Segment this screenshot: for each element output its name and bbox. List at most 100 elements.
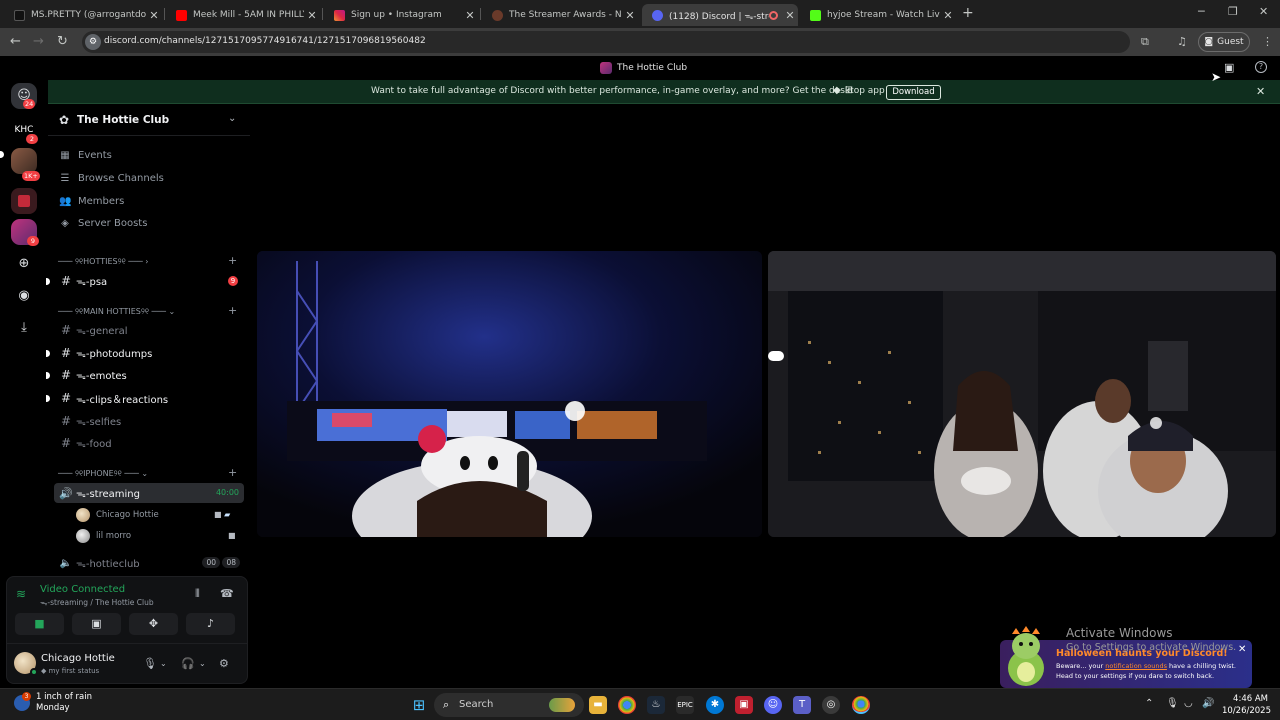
discover-icon[interactable]: ◉ — [15, 288, 33, 303]
cast-icon[interactable]: ⧉ — [1141, 35, 1149, 49]
obs-icon[interactable]: ◎ — [822, 696, 840, 714]
close-tab-icon[interactable]: ✕ — [146, 9, 162, 22]
video-tile-stream-left[interactable] — [257, 251, 762, 537]
channel-name: ᯓ-food — [76, 439, 112, 450]
wifi-icon[interactable]: ◡ — [1184, 698, 1193, 709]
browser-tab-discord[interactable]: (1128) Discord | ᯓ-streamin ✕ — [642, 4, 798, 26]
add-server-icon[interactable]: ⊕ — [15, 256, 33, 271]
minimize-icon[interactable]: ─ — [1198, 5, 1205, 18]
close-tab-icon[interactable]: ✕ — [462, 9, 478, 22]
voice-user-lil-morro[interactable]: lil morro — [76, 526, 131, 546]
chrome-icon[interactable] — [618, 696, 636, 714]
volume-icon[interactable]: 🔊 — [1202, 698, 1214, 709]
channel-streaming[interactable]: 🔊 ᯓ-streaming 40:00 — [54, 483, 244, 503]
close-tab-icon[interactable]: ✕ — [622, 9, 638, 22]
epic-games-icon[interactable]: EPIC — [676, 696, 694, 714]
camera-button[interactable]: ■ — [15, 613, 64, 635]
reload-icon[interactable]: ↻ — [57, 34, 68, 49]
taskbar-clock[interactable]: 4:46 AM 10/26/2025 — [1222, 693, 1271, 717]
add-channel-icon[interactable]: + — [228, 466, 237, 479]
microphone-tray-icon[interactable]: 🎙 — [1166, 698, 1179, 709]
add-channel-icon[interactable]: + — [228, 254, 237, 267]
streaming-app-icon[interactable]: ▣ — [735, 696, 753, 714]
camera-icon: ■ — [34, 617, 45, 630]
browser-menu-icon[interactable]: ⋮ — [1262, 35, 1273, 48]
settings-gear-icon[interactable]: ⚙ — [219, 657, 229, 670]
chrome-active-icon[interactable] — [852, 696, 870, 714]
close-tab-icon[interactable]: ✕ — [304, 9, 320, 22]
voice-user-chicago-hottie[interactable]: Chicago Hottie — [76, 505, 159, 525]
close-banner-icon[interactable]: ✕ — [1256, 85, 1265, 98]
channel-psa[interactable]: # ᯓ-psa 9 — [46, 271, 244, 291]
site-info-icon[interactable]: ⚙ — [85, 34, 101, 50]
nav-browse-channels[interactable]: ☰ Browse Channels — [59, 168, 164, 188]
browser-tab-streamer-awards[interactable]: The Streamer Awards - Nomina ✕ — [482, 4, 638, 26]
server-avatar-3[interactable] — [11, 188, 37, 214]
browser-tab-instagram[interactable]: Sign up • Instagram ✕ — [324, 4, 478, 26]
channel-clips-reactions[interactable]: # ᯓ-clips＆reactions — [46, 388, 244, 408]
nav-events[interactable]: ▦ Events — [59, 145, 112, 165]
chevron-down-icon[interactable]: ⌄ — [199, 659, 206, 668]
dm-badge: 24 — [23, 99, 36, 109]
profile-button[interactable]: ◙ Guest — [1198, 32, 1250, 52]
headphones-icon[interactable]: 🎧 — [181, 657, 195, 670]
steam-icon[interactable]: ♨ — [647, 696, 665, 714]
channel-photodumps[interactable]: # ᯓ-photodumps — [46, 343, 244, 363]
close-tab-icon[interactable]: ✕ — [940, 9, 956, 22]
screen-share-button[interactable]: ▣ — [72, 613, 121, 635]
user-name[interactable]: Chicago Hottie — [41, 653, 115, 664]
taskbar-search[interactable]: ⌕ Search — [434, 693, 584, 717]
chevron-down-icon[interactable]: ⌄ — [160, 659, 167, 668]
close-tab-icon[interactable]: ✕ — [782, 9, 798, 22]
address-bar[interactable]: ⚙ discord.com/channels/12715170957749167… — [82, 31, 1130, 53]
browser-tab-tiktok[interactable]: MS.PRETTY (@arrogantdoll) | Ti ✕ — [4, 4, 162, 26]
voice-status[interactable]: Video Connected — [40, 584, 125, 595]
back-arrow-icon[interactable]: ← — [10, 34, 21, 49]
browse-channels-icon: ☰ — [60, 172, 70, 184]
category-hotties[interactable]: ─── ୨୧HOTTIES୨୧ ─── › — [58, 257, 148, 267]
bluetooth-app-icon[interactable]: ✱ — [706, 696, 724, 714]
teams-icon[interactable]: T — [793, 696, 811, 714]
server-badge: 2 — [26, 134, 38, 144]
channel-food[interactable]: # ᯓ-food — [54, 433, 244, 453]
url-text[interactable]: discord.com/channels/1271517095774916741… — [104, 36, 426, 46]
nav-server-boosts[interactable]: ◈ Server Boosts — [59, 213, 147, 233]
channel-name: ᯓ-emotes — [76, 371, 127, 382]
forward-arrow-icon[interactable]: → — [33, 34, 44, 49]
close-window-icon[interactable]: ✕ — [1259, 5, 1268, 18]
noise-suppression-icon[interactable]: ⦀ — [195, 587, 200, 601]
voice-channel-path[interactable]: ᯓ-streaming / The Hottie Club — [40, 598, 154, 608]
start-windows-icon[interactable]: ⊞ — [410, 696, 428, 714]
download-apps-icon[interactable]: ⤓ — [15, 320, 33, 335]
guild-header[interactable]: ✿ The Hottie Club ⌄ — [48, 104, 250, 136]
activities-button[interactable]: ✥ — [129, 613, 178, 635]
instagram-icon — [334, 9, 345, 21]
notification-sounds-link[interactable]: notification sounds — [1105, 662, 1167, 670]
video-tile-stream-right[interactable] — [768, 251, 1276, 537]
new-tab-button[interactable]: + — [962, 5, 974, 21]
download-button[interactable]: Download — [886, 85, 941, 100]
inbox-icon[interactable]: ▣ — [1224, 61, 1234, 74]
weather-widget[interactable]: 3 1 inch of rain Monday — [14, 692, 92, 714]
restore-icon[interactable]: ❐ — [1228, 5, 1238, 18]
channel-hottieclub[interactable]: 🔈 ᯓ-hottieclub 00 08 — [54, 553, 244, 573]
discord-taskbar-icon[interactable]: ☺ — [764, 696, 782, 714]
category-main-hotties[interactable]: ─── ୨୧MAIN HOTTIES୨୧ ─── ⌄ — [58, 307, 175, 317]
media-controls-icon[interactable]: ♫ — [1177, 35, 1187, 48]
disconnect-icon[interactable]: ☎ — [220, 587, 234, 600]
browser-tab-kick[interactable]: hyjoe Stream - Watch Live on K ✕ — [800, 4, 956, 26]
category-iphone[interactable]: ─── ୨୧IPHONE୨୧ ─── ⌄ — [58, 469, 148, 479]
close-toast-icon[interactable]: ✕ — [1238, 644, 1246, 655]
soundboard-button[interactable]: ♪ — [186, 613, 235, 635]
activate-windows-subtitle: Go to Settings to activate Windows. — [1066, 642, 1237, 653]
microphone-icon[interactable]: 🎙 — [143, 657, 157, 670]
show-hidden-icons-chevron[interactable]: ⌃ — [1145, 698, 1153, 709]
nav-members[interactable]: 👥 Members — [59, 191, 124, 211]
browser-tab-youtube[interactable]: Meek Mill - 5AM IN PHILLY (OF ✕ — [166, 4, 320, 26]
channel-emotes[interactable]: # ᯓ-emotes — [46, 365, 244, 385]
file-explorer-icon[interactable]: ▬ — [589, 696, 607, 714]
add-channel-icon[interactable]: + — [228, 304, 237, 317]
help-icon[interactable]: ? — [1255, 61, 1267, 73]
channel-selfies[interactable]: # ᯓ-selfies — [54, 411, 244, 431]
channel-general[interactable]: # ᯓ-general — [54, 320, 244, 340]
